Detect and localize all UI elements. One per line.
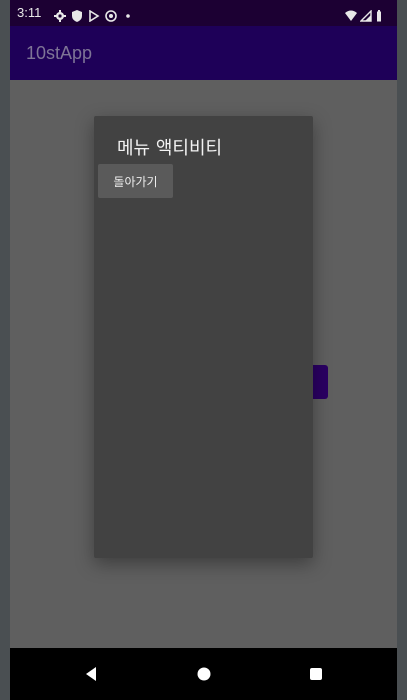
home-icon[interactable] <box>192 662 216 686</box>
dot-icon <box>122 7 134 19</box>
phone-screen: 3:11 10stApp 메뉴 액티비티 돌아가기 <box>10 0 397 700</box>
back-icon[interactable] <box>79 662 103 686</box>
no-disturb-icon <box>105 7 117 22</box>
status-icons-left <box>54 7 134 23</box>
dialog-title: 메뉴 액티비티 <box>117 138 223 159</box>
status-icons-right <box>345 7 387 22</box>
app-title: 10stApp <box>26 43 93 63</box>
settings-icon <box>54 7 66 22</box>
recents-icon[interactable] <box>304 662 328 686</box>
battery-icon <box>375 7 387 22</box>
shield-icon <box>71 7 83 22</box>
back-button[interactable]: 돌아가기 <box>98 164 173 198</box>
play-store-icon <box>88 7 100 23</box>
status-time: 3:11 <box>17 5 42 20</box>
navigation-bar <box>10 648 397 700</box>
app-bar: 10stApp <box>10 26 397 80</box>
signal-icon <box>359 7 372 22</box>
wifi-icon <box>345 7 357 21</box>
menu-dialog: 메뉴 액티비티 돌아가기 <box>94 116 313 558</box>
status-bar: 3:11 <box>10 0 397 26</box>
